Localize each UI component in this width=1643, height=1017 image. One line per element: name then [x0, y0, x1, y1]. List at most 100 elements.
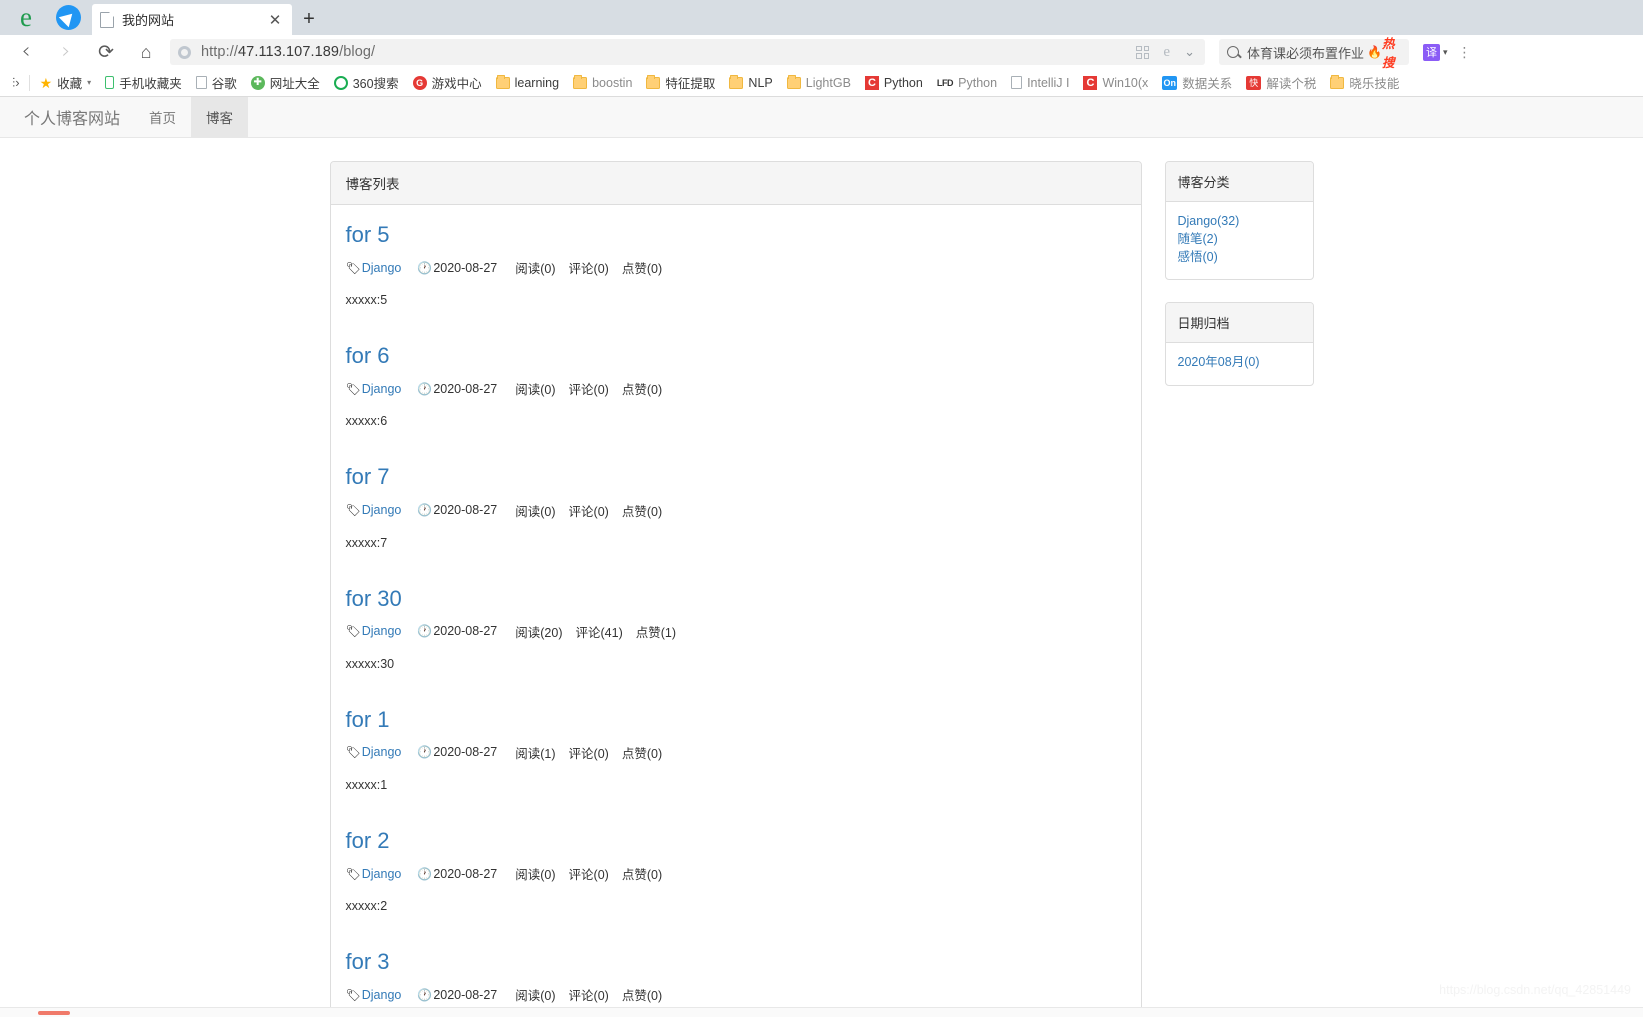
post-tag-link[interactable]: 🏷 Django [346, 624, 402, 638]
bookmark-mobile-favorites[interactable]: 手机收藏夹 [98, 70, 189, 96]
post-read-count: 阅读(1) [515, 746, 556, 761]
close-icon[interactable]: ✕ [266, 11, 284, 29]
post-meta: 🏷 Django 🕐 2020-08-27 阅读(0) 评论(0) 点赞(0) [346, 501, 1126, 520]
bookmark-360-search[interactable]: 360搜索 [327, 70, 406, 96]
horizontal-scrollbar[interactable] [0, 1007, 1643, 1017]
post-excerpt: xxxxx:5 [345, 293, 388, 308]
360-icon [333, 75, 348, 90]
translate-icon: 译 [1423, 43, 1440, 61]
bookmark-xiaole-skills[interactable]: 晓乐技能 [1323, 70, 1406, 96]
bookmarks-bar: ⫶› ★ 收藏 ▾ 手机收藏夹 谷歌 ✚ 网址大全 360搜索 G 游戏中心 l… [0, 69, 1643, 97]
nav-item-home[interactable]: 首页 [134, 97, 191, 137]
post-tag-link[interactable]: 🏷 Django [346, 382, 402, 396]
site-brand[interactable]: 个人博客网站 [10, 97, 134, 137]
doc-icon [195, 76, 207, 89]
post-meta: 🏷 Django 🕐 2020-08-27 阅读(0) 评论(0) 点赞(0) [346, 258, 1126, 277]
chevron-down-icon[interactable]: ▾ [87, 78, 91, 87]
csdn-icon: C [864, 75, 879, 90]
new-tab-button[interactable]: + [292, 4, 326, 35]
folder-icon [729, 74, 744, 89]
clock-icon: 🕐 [417, 987, 433, 1002]
tag-icon: 🏷 [345, 381, 361, 396]
forward-button[interactable]: › [46, 35, 86, 69]
bookmark-learning[interactable]: learning [489, 70, 566, 96]
bookmarks-expand-icon[interactable]: ⫶› [6, 75, 26, 91]
blog-list-body: for 5 🏷 Django 🕐 2020-08-27 阅读(0) 评论(0) 点赞… [331, 205, 1141, 1017]
blog-post-item: for 1 🏷 Django 🕐 2020-08-27 阅读(1) 评论(0) 点赞… [346, 690, 1126, 793]
tag-icon: 🏷 [345, 260, 361, 275]
site-navbar: 个人博客网站 首页 博客 [0, 97, 1643, 138]
doc-icon [1011, 76, 1023, 89]
lfd-icon: LFD [936, 77, 954, 88]
csdn-icon: C [1083, 75, 1098, 90]
archive-link-2020-08[interactable]: 2020年08月(0) [1178, 354, 1301, 372]
reload-button[interactable]: ⟳ [86, 35, 126, 69]
clock-icon: 🕐 [417, 381, 433, 396]
ie-mode-icon[interactable]: e [1163, 44, 1170, 61]
post-title-link[interactable]: for 2 [346, 828, 1126, 853]
category-link-essay[interactable]: 随笔(2) [1178, 231, 1301, 249]
category-link-insight[interactable]: 感悟(0) [1178, 249, 1301, 267]
blog-list-panel: 博客列表 for 5 🏷 Django 🕐 2020-08-27 阅读(0) 评论(… [329, 161, 1142, 1017]
divider [28, 74, 30, 91]
post-tag-link[interactable]: 🏷 Django [346, 988, 402, 1002]
category-link-django[interactable]: Django(32) [1178, 213, 1301, 231]
nav-item-blog[interactable]: 博客 [191, 97, 249, 137]
bookmark-hao123[interactable]: ✚ 网址大全 [244, 70, 327, 96]
categories-panel: 博客分类 Django(32) 随笔(2) 感悟(0) [1164, 161, 1314, 281]
tag-icon: 🏷 [345, 866, 361, 881]
post-like-count: 点赞(0) [621, 746, 663, 761]
post-date: 🕐 2020-08-27 [417, 381, 498, 396]
post-title-link[interactable]: for 3 [346, 949, 1126, 974]
bookmark-nlp[interactable]: NLP [722, 70, 779, 96]
bookmark-game-center[interactable]: G 游戏中心 [406, 70, 489, 96]
back-button[interactable]: ‹ [6, 35, 46, 69]
post-comment-count: 评论(41) [575, 625, 623, 640]
more-options-button[interactable]: ⋮ [1458, 44, 1472, 61]
post-tag-link[interactable]: 🏷 Django [346, 261, 402, 275]
post-title-link[interactable]: for 6 [346, 343, 1126, 368]
archive-title: 日期归档 [1165, 303, 1313, 344]
chevron-down-icon[interactable]: ▾ [1443, 47, 1448, 58]
post-title-link[interactable]: for 30 [346, 586, 1126, 611]
home-button[interactable]: ⌂ [126, 35, 166, 69]
bookmark-boosting[interactable]: boostin [566, 70, 639, 96]
navigator-icon[interactable] [48, 0, 88, 35]
blog-post-item: for 3 🏷 Django 🕐 2020-08-27 阅读(0) 评论(0) 点赞… [346, 932, 1126, 1017]
post-tag-link[interactable]: 🏷 Django [346, 503, 402, 517]
post-tag-link[interactable]: 🏷 Django [346, 745, 402, 759]
tag-icon: 🏷 [345, 745, 361, 760]
post-comment-count: 评论(0) [568, 868, 609, 883]
browser-window: e 我的网站 ✕ + ‹ › ⟳ ⌂ http://47.113.107.189… [0, 0, 1643, 1017]
post-comment-count: 评论(0) [568, 989, 609, 1004]
bookmark-intellij[interactable]: IntelliJ I [1004, 70, 1076, 96]
post-title-link[interactable]: for 5 [346, 222, 1126, 247]
page-icon [100, 11, 114, 28]
post-read-count: 阅读(0) [515, 989, 556, 1004]
scrollbar-thumb[interactable] [38, 1011, 70, 1015]
post-like-count: 点赞(0) [621, 989, 663, 1004]
blog-post-item: for 2 🏷 Django 🕐 2020-08-27 阅读(0) 评论(0) 点赞… [346, 811, 1126, 914]
post-read-count: 阅读(0) [515, 868, 556, 883]
post-title-link[interactable]: for 1 [346, 707, 1126, 732]
bookmark-favorites[interactable]: ★ 收藏 ▾ [33, 70, 99, 96]
bookmark-google[interactable]: 谷歌 [189, 70, 244, 96]
post-title-link[interactable]: for 7 [346, 465, 1126, 489]
bookmark-data-relations[interactable]: On 数据关系 [1155, 70, 1239, 96]
watermark: https://blog.csdn.net/qq_42851449 [1439, 983, 1631, 997]
collections-icon[interactable] [1136, 45, 1150, 59]
bookmark-tax-reading[interactable]: 快 解读个税 [1239, 70, 1323, 96]
bookmark-win10[interactable]: C Win10(x [1076, 70, 1155, 96]
bookmark-lightgbm[interactable]: LightGB [780, 70, 858, 96]
folder-icon [495, 74, 510, 89]
address-bar[interactable]: http://47.113.107.189/blog/ e ⌄ [170, 39, 1205, 65]
translate-button[interactable]: 译 ▾ [1423, 43, 1448, 61]
bookmark-python-csdn[interactable]: C Python [858, 70, 930, 96]
browser-search-box[interactable]: 体育课必须布置作业 🔥 热搜 [1219, 37, 1409, 70]
chevron-down-icon[interactable]: ⌄ [1184, 44, 1195, 60]
post-tag-link[interactable]: 🏷 Django [346, 867, 402, 881]
folder-icon [646, 74, 661, 89]
browser-tab[interactable]: 我的网站 ✕ [92, 4, 292, 35]
bookmark-feature-extraction[interactable]: 特征提取 [639, 70, 722, 96]
bookmark-python-lfd[interactable]: LFD Python [930, 70, 1004, 96]
